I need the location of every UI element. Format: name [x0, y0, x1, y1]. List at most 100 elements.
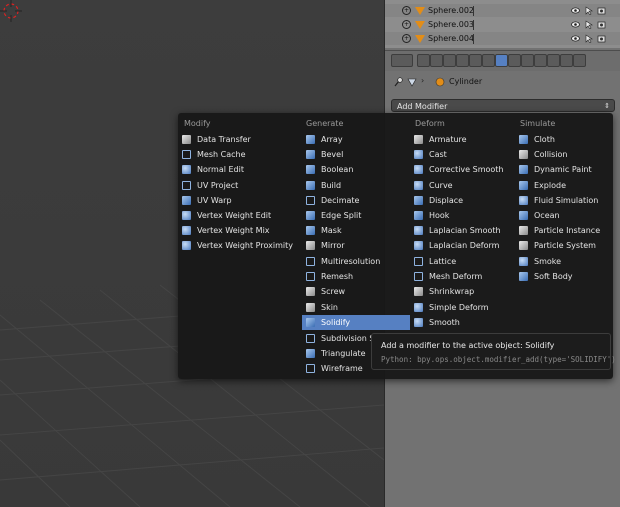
menu-item-label: Laplacian Smooth [429, 226, 501, 235]
menu-item-ocean[interactable]: Ocean [519, 208, 560, 223]
menu-item-bevel[interactable]: Bevel [306, 147, 343, 162]
menu-item-simple-deform[interactable]: Simple Deform [414, 300, 489, 315]
tab-constraints[interactable] [482, 54, 495, 67]
outliner-row[interactable]: + Sphere.004 [385, 32, 620, 45]
menu-item-label: Solidify [321, 318, 351, 327]
menu-item-uv-project[interactable]: UV Project [182, 178, 238, 193]
menu-item-displace[interactable]: Displace [414, 193, 463, 208]
menu-item-mesh-deform[interactable]: Mesh Deform [414, 269, 482, 284]
pin-icon[interactable] [393, 77, 403, 87]
menu-item-vertex-weight-mix[interactable]: Vertex Weight Mix [182, 223, 270, 238]
menu-item-lattice[interactable]: Lattice [414, 254, 456, 269]
menu-item-normal-edit[interactable]: Normal Edit [182, 162, 244, 177]
tab-render[interactable] [417, 54, 430, 67]
separator [473, 19, 474, 30]
menu-item-laplacian-deform[interactable]: Laplacian Deform [414, 238, 499, 253]
menu-item-solidify[interactable]: Solidify [302, 315, 410, 330]
camera-render-icon[interactable] [597, 6, 606, 15]
menu-item-label: Simple Deform [429, 303, 489, 312]
menu-item-laplacian-smooth[interactable]: Laplacian Smooth [414, 223, 501, 238]
menu-item-array[interactable]: Array [306, 132, 343, 147]
menu-item-label: Triangulate [321, 349, 366, 358]
menu-item-vertex-weight-proximity[interactable]: Vertex Weight Proximity [182, 238, 293, 253]
menu-item-hook[interactable]: Hook [414, 208, 449, 223]
tab-object[interactable] [469, 54, 482, 67]
menu-item-label: Decimate [321, 196, 360, 205]
menu-item-remesh[interactable]: Remesh [306, 269, 353, 284]
menu-item-label: Laplacian Deform [429, 241, 500, 250]
cursor-select-icon[interactable] [584, 6, 593, 15]
menu-item-cast[interactable]: Cast [414, 147, 447, 162]
menu-item-particle-system[interactable]: Particle System [519, 238, 596, 253]
menu-item-multiresolution[interactable]: Multiresolution [306, 254, 380, 269]
outliner-row[interactable]: + Sphere.002 [385, 4, 620, 17]
deform-icon [414, 241, 423, 250]
tab-world[interactable] [456, 54, 469, 67]
menu-item-triangulate[interactable]: Triangulate [306, 346, 366, 361]
collision-icon [519, 150, 528, 159]
menu-item-vertex-weight-edit[interactable]: Vertex Weight Edit [182, 208, 271, 223]
menu-item-shrinkwrap[interactable]: Shrinkwrap [414, 284, 474, 299]
menu-item-label: Fluid Simulation [534, 196, 599, 205]
menu-item-skin[interactable]: Skin [306, 300, 338, 315]
cursor-select-icon[interactable] [584, 34, 593, 43]
build-icon [306, 181, 315, 190]
camera-render-icon[interactable] [597, 34, 606, 43]
tab-modifiers[interactable] [495, 54, 508, 67]
menu-item-collision[interactable]: Collision [519, 147, 568, 162]
menu-item-edge-split[interactable]: Edge Split [306, 208, 361, 223]
menu-item-mirror[interactable]: Mirror [306, 238, 345, 253]
menu-item-label: Mirror [321, 241, 345, 250]
outliner-row[interactable]: + Sphere.003 [385, 18, 620, 31]
camera-render-icon[interactable] [597, 20, 606, 29]
menu-item-label: Particle System [534, 241, 596, 250]
menu-item-fluid-simulation[interactable]: Fluid Simulation [519, 193, 598, 208]
expand-icon[interactable]: + [402, 6, 411, 15]
tab-texture[interactable] [534, 54, 547, 67]
tab-data[interactable] [508, 54, 521, 67]
tab-scene[interactable] [443, 54, 456, 67]
menu-item-cloth[interactable]: Cloth [519, 132, 555, 147]
eye-icon[interactable] [571, 6, 580, 15]
menu-item-smooth[interactable]: Smooth [414, 315, 460, 330]
tab-render-layers[interactable] [430, 54, 443, 67]
menu-item-wireframe[interactable]: Wireframe [306, 361, 363, 376]
menu-item-corrective-smooth[interactable]: Corrective Smooth [414, 162, 504, 177]
menu-item-soft-body[interactable]: Soft Body [519, 269, 573, 284]
tab-particles[interactable] [547, 54, 560, 67]
menu-item-armature[interactable]: Armature [414, 132, 467, 147]
skin-icon [306, 303, 315, 312]
menu-item-mask[interactable]: Mask [306, 223, 342, 238]
tab-material[interactable] [521, 54, 534, 67]
menu-item-label: Cast [429, 150, 447, 159]
breadcrumb-arrow-icon: › [421, 76, 425, 85]
menu-item-subdivision-surface[interactable]: Subdivision Su [306, 331, 380, 346]
menu-item-mesh-cache[interactable]: Mesh Cache [182, 147, 245, 162]
tab-extra[interactable] [573, 54, 586, 67]
cursor-select-icon[interactable] [584, 20, 593, 29]
menu-item-particle-instance[interactable]: Particle Instance [519, 223, 600, 238]
menu-item-data-transfer[interactable]: Data Transfer [182, 132, 251, 147]
vertex-weight-icon [182, 241, 191, 250]
3d-cursor-icon[interactable] [0, 0, 22, 22]
expand-icon[interactable]: + [402, 20, 411, 29]
eye-icon[interactable] [571, 34, 580, 43]
decimate-icon [306, 196, 315, 205]
menu-item-uv-warp[interactable]: UV Warp [182, 193, 232, 208]
expand-icon[interactable]: + [402, 34, 411, 43]
menu-item-build[interactable]: Build [306, 178, 341, 193]
menu-item-decimate[interactable]: Decimate [306, 193, 359, 208]
menu-item-explode[interactable]: Explode [519, 178, 566, 193]
editor-type-menu[interactable] [391, 54, 413, 67]
armature-icon [414, 135, 423, 144]
menu-item-screw[interactable]: Screw [306, 284, 345, 299]
tab-physics[interactable] [560, 54, 573, 67]
menu-item-curve[interactable]: Curve [414, 178, 453, 193]
add-modifier-dropdown[interactable]: Add Modifier ⇕ [391, 99, 615, 112]
smooth-icon [414, 165, 423, 174]
menu-item-boolean[interactable]: Boolean [306, 162, 353, 177]
eye-icon[interactable] [571, 20, 580, 29]
menu-item-dynamic-paint[interactable]: Dynamic Paint [519, 162, 592, 177]
menu-item-smoke[interactable]: Smoke [519, 254, 561, 269]
menu-item-label: Lattice [429, 257, 457, 266]
